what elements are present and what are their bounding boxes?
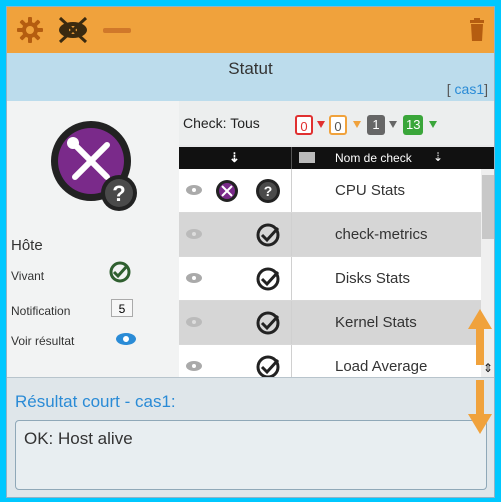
- host-tools-icon: [215, 179, 239, 208]
- column-name-header[interactable]: Nom de check: [335, 151, 412, 165]
- eye-icon[interactable]: [185, 183, 203, 201]
- page-title: Statut: [228, 59, 273, 78]
- host-panel: ? Hôte Vivant Notification 5 Voir résult…: [7, 101, 179, 377]
- output-text: OK: Host alive: [24, 429, 133, 448]
- scrollbar-thumb[interactable]: [482, 175, 494, 239]
- ok-filter-icon[interactable]: [429, 121, 437, 128]
- checks-panel: Check: Tous 0 0 1 13 ⇣ Nom de check ⇣ ? …: [179, 101, 494, 377]
- table-row[interactable]: check-metrics: [179, 213, 481, 257]
- check-name[interactable]: Kernel Stats: [335, 314, 417, 331]
- check-name[interactable]: CPU Stats: [335, 182, 405, 199]
- check-filter-label: Check: Tous: [183, 115, 260, 131]
- sort-name-icon[interactable]: ⇣: [433, 150, 443, 164]
- host-bracket-open: [: [446, 81, 455, 97]
- eye-icon[interactable]: [185, 227, 203, 245]
- output-box: OK: Host alive: [15, 420, 487, 490]
- eye-icon[interactable]: [185, 271, 203, 289]
- sort-state-icon[interactable]: ⇣: [229, 150, 240, 166]
- notification-label: Notification: [11, 304, 71, 318]
- check-filter-bar: Check: Tous 0 0 1 13: [179, 101, 494, 145]
- output-section: Résultat court - cas1: OK: Host alive: [7, 377, 494, 497]
- host-link[interactable]: [ cas1]: [447, 81, 488, 97]
- host-name-link[interactable]: cas1: [455, 81, 485, 97]
- ok-state-icon: [255, 222, 281, 253]
- check-name[interactable]: Disks Stats: [335, 270, 410, 287]
- alive-check-icon: [109, 261, 131, 288]
- eye-icon[interactable]: [185, 359, 203, 377]
- notification-count-badge: 5: [111, 299, 133, 317]
- title-bar: Statut [ cas1]: [7, 53, 494, 101]
- ok-state-icon: [255, 266, 281, 297]
- status-panel: Statut [ cas1] ? Hôte Vivant Notificatio…: [6, 6, 495, 498]
- resize-down-arrow-icon[interactable]: [465, 378, 494, 441]
- ok-state-icon: [255, 310, 281, 341]
- table-row[interactable]: ? CPU Stats: [179, 169, 481, 213]
- eye-icon[interactable]: [185, 315, 203, 333]
- minus-icon[interactable]: [99, 13, 135, 47]
- view-result-label: Voir résultat: [11, 334, 75, 348]
- output-heading: Résultat court - cas1:: [15, 392, 176, 411]
- unknown-state-icon: ?: [255, 178, 281, 209]
- host-avatar: ?: [41, 113, 151, 228]
- host-bracket-close: ]: [484, 81, 488, 97]
- table-row[interactable]: Disks Stats: [179, 257, 481, 301]
- check-name[interactable]: Load Average: [335, 358, 427, 375]
- alive-label: Vivant: [11, 269, 45, 283]
- toolbar: [7, 7, 494, 53]
- eye-icon[interactable]: [115, 331, 137, 352]
- gear-icon[interactable]: [13, 13, 47, 47]
- critical-filter-icon[interactable]: [317, 121, 325, 128]
- check-name[interactable]: check-metrics: [335, 226, 428, 243]
- resize-handle-icon[interactable]: ⇕: [483, 361, 493, 375]
- host-section-label: Hôte: [11, 237, 43, 254]
- table-header: ⇣ Nom de check ⇣: [179, 147, 494, 169]
- unknown-filter-icon[interactable]: [389, 121, 397, 128]
- eye-slash-icon[interactable]: [53, 13, 93, 47]
- unknown-count-badge[interactable]: 1: [367, 115, 385, 135]
- trash-icon[interactable]: [466, 13, 488, 47]
- table-row[interactable]: Kernel Stats: [179, 301, 481, 345]
- warning-filter-icon[interactable]: [353, 121, 361, 128]
- critical-count-badge[interactable]: 0: [295, 115, 313, 135]
- warning-count-badge[interactable]: 0: [329, 115, 347, 135]
- table-row[interactable]: Load Average: [179, 345, 481, 377]
- envelope-icon: [299, 152, 315, 163]
- ok-state-icon: [255, 354, 281, 377]
- svg-text:?: ?: [264, 183, 273, 199]
- ok-count-badge[interactable]: 13: [403, 115, 424, 135]
- svg-text:?: ?: [112, 181, 125, 206]
